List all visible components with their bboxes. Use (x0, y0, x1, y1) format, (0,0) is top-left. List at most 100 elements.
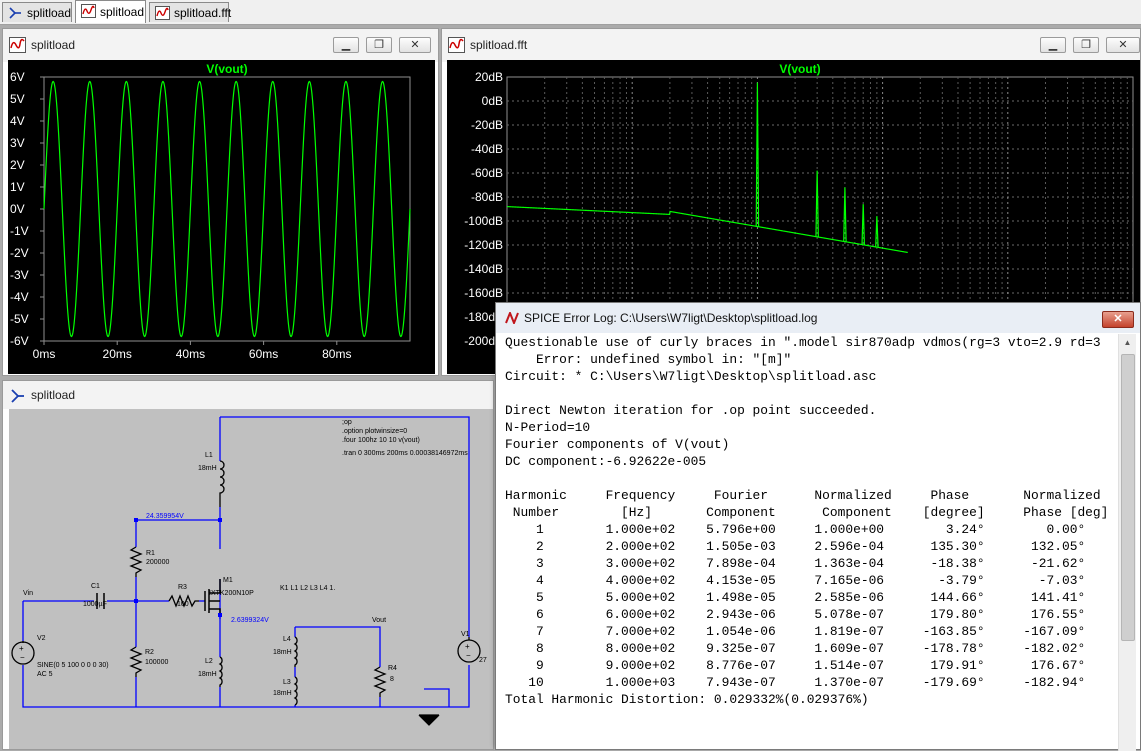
tab-splitload-schematic[interactable]: splitload (2, 2, 72, 22)
window-titlebar[interactable]: splitload ▁ ❐ ✕ (3, 29, 438, 62)
log-titlebar[interactable]: SPICE Error Log: C:\Users\W7ligt\Desktop… (496, 303, 1140, 333)
coupling-statement[interactable]: K1 L1 L2 L3 L4 1. (280, 585, 335, 592)
y-tick-label: -40dB (471, 142, 503, 156)
value-r3[interactable]: 100 (177, 601, 189, 608)
label-v1[interactable]: V1 (461, 631, 470, 638)
value-l1[interactable]: 18mH (198, 465, 217, 472)
directive-tran[interactable]: .tran 0 300ms 200ms 0.00038146972ms (342, 450, 468, 457)
log-line: 10 1.000e+03 7.943e-07 1.370e-07 -179.69… (528, 675, 1086, 690)
minimize-button[interactable]: ▁ (333, 37, 359, 53)
close-button[interactable]: ✕ (1102, 311, 1134, 328)
schematic-labels: ;op .option plotwinsize=0 .four 100hz 10… (9, 409, 493, 749)
y-tick-label: 20dB (475, 70, 503, 84)
y-tick-label: -100dB (464, 214, 503, 228)
waveform-chart: V(vout) 6V 5V 4V 3V 2V 1V 0V -1V -2V -3V -4V -5V -6V 0… (10, 62, 411, 361)
log-line: 1 1.000e+02 5.796e+00 1.000e+00 3.24° 0.… (535, 522, 1086, 537)
y-tick-label: 0dB (482, 94, 503, 108)
x-tick-label: 60ms (249, 347, 278, 361)
y-tick-label: 2V (10, 158, 25, 172)
label-r3[interactable]: R3 (178, 584, 187, 591)
y-tick-label: -20dB (471, 118, 503, 132)
value-l2[interactable]: 18mH (198, 671, 217, 678)
tab-label: splitload (100, 5, 145, 19)
log-line: Total Harmonic Distortion: 0.029332%(0.0… (505, 692, 869, 707)
label-v2[interactable]: V2 (37, 635, 46, 642)
directive-four[interactable]: .four 100hz 10 10 v(vout) (342, 437, 420, 444)
label-r4[interactable]: R4 (388, 665, 397, 672)
restore-icon: ❐ (1081, 39, 1091, 51)
log-line: Questionable use of curly braces in ".mo… (505, 335, 1101, 350)
directive-option[interactable]: .option plotwinsize=0 (342, 428, 407, 435)
minimize-button[interactable]: ▁ (1040, 37, 1066, 53)
label-l2[interactable]: L2 (205, 658, 213, 665)
vertical-scrollbar[interactable]: ▲ (1118, 334, 1136, 751)
log-line: N-Period=10 (505, 420, 591, 435)
label-r2[interactable]: R2 (145, 649, 154, 656)
label-l4[interactable]: L4 (283, 636, 291, 643)
log-line: 9 9.000e+02 8.776e-07 1.514e-07 179.91° … (535, 658, 1086, 673)
schematic-icon (11, 389, 24, 403)
trace-label: V(vout) (206, 62, 247, 76)
tab-label: splitload.fft (174, 6, 232, 20)
label-l3[interactable]: L3 (283, 679, 291, 686)
scrollbar-thumb[interactable] (1121, 354, 1135, 641)
x-tick-label: 0ms (33, 347, 56, 361)
close-icon: ✕ (410, 39, 420, 51)
directive-op[interactable]: ;op (342, 419, 352, 426)
y-tick-label: -1V (10, 224, 29, 238)
y-tick-label: -6V (10, 334, 29, 348)
label-c1[interactable]: C1 (91, 583, 100, 590)
waveform-icon (155, 6, 170, 20)
schematic-canvas[interactable]: + − + − ;op .option plotwinsize=0 .four 10… (9, 409, 493, 749)
y-tick-label: -160dB (464, 286, 503, 300)
value-m1[interactable]: IXTK200N10P (209, 590, 254, 597)
log-line: Harmonic Frequency Fourier Normalized Ph… (505, 488, 1101, 503)
restore-icon: ❐ (374, 39, 384, 51)
fft-harmonic-peak (755, 82, 760, 227)
waveform-plot[interactable]: V(vout) 6V 5V 4V 3V 2V 1V 0V -1V -2V -3V -4V -5V -6V 0… (8, 60, 435, 374)
tab-splitload-fft[interactable]: splitload.fft (149, 2, 232, 22)
value-r4[interactable]: 8 (390, 676, 394, 683)
log-text[interactable]: Questionable use of curly braces in ".mo… (505, 334, 1110, 751)
x-tick-label: 80ms (322, 347, 351, 361)
label-l1[interactable]: L1 (205, 452, 213, 459)
log-line: Fourier components of V(vout) (505, 437, 730, 452)
scroll-up-arrow-icon[interactable]: ▲ (1119, 334, 1136, 351)
label-m1[interactable]: M1 (223, 577, 233, 584)
y-tick-label: -2V (10, 246, 29, 260)
value-v2-sine[interactable]: SINE(0 5 100 0 0 0 30) (37, 662, 109, 669)
restore-button[interactable]: ❐ (1073, 37, 1099, 53)
window-title: splitload.fft (470, 38, 528, 52)
y-tick-label: -60dB (471, 166, 503, 180)
log-line: 3 3.000e+02 7.898e-04 1.363e-04 -18.38° … (535, 556, 1086, 571)
value-r1[interactable]: 200000 (146, 559, 169, 566)
close-button[interactable]: ✕ (1106, 37, 1140, 53)
log-line: 2 2.000e+02 1.505e-03 2.596e-04 135.30° … (535, 539, 1086, 554)
label-vout: Vout (372, 617, 387, 624)
value-v1[interactable]: 27 (479, 657, 487, 664)
log-line: 7 7.000e+02 1.054e-06 1.819e-07 -163.85°… (535, 624, 1086, 639)
close-icon: ✕ (1118, 39, 1128, 51)
value-v2-ac[interactable]: AC 5 (37, 671, 53, 678)
value-l4[interactable]: 18mH (273, 649, 292, 656)
spice-error-log-window: SPICE Error Log: C:\Users\W7ligt\Desktop… (495, 302, 1141, 751)
window-titlebar[interactable]: splitload.fft ▁ ❐ ✕ (442, 29, 1140, 62)
schematic-window: splitload + − + − ;op .option plotwinsiz… (2, 380, 494, 750)
y-tick-label: -5V (10, 312, 29, 326)
y-tick-label: -120dB (464, 238, 503, 252)
minimize-icon: ▁ (341, 39, 351, 51)
label-r1[interactable]: R1 (146, 550, 155, 557)
value-l3[interactable]: 18mH (273, 690, 292, 697)
value-c1[interactable]: 1000µF (83, 601, 107, 608)
tab-splitload-waveform[interactable]: splitload (75, 0, 146, 23)
fft-harmonic-peak (815, 170, 819, 237)
log-line: 6 6.000e+02 2.943e-06 5.078e-07 179.80° … (535, 607, 1086, 622)
schematic-icon (9, 7, 21, 19)
y-tick-label: -3V (10, 268, 29, 282)
restore-button[interactable]: ❐ (366, 37, 392, 53)
window-titlebar[interactable]: splitload (3, 381, 493, 409)
minimize-icon: ▁ (1048, 39, 1058, 51)
value-r2[interactable]: 100000 (145, 659, 168, 666)
y-tick-label: 6V (10, 70, 25, 84)
close-button[interactable]: ✕ (399, 37, 431, 53)
